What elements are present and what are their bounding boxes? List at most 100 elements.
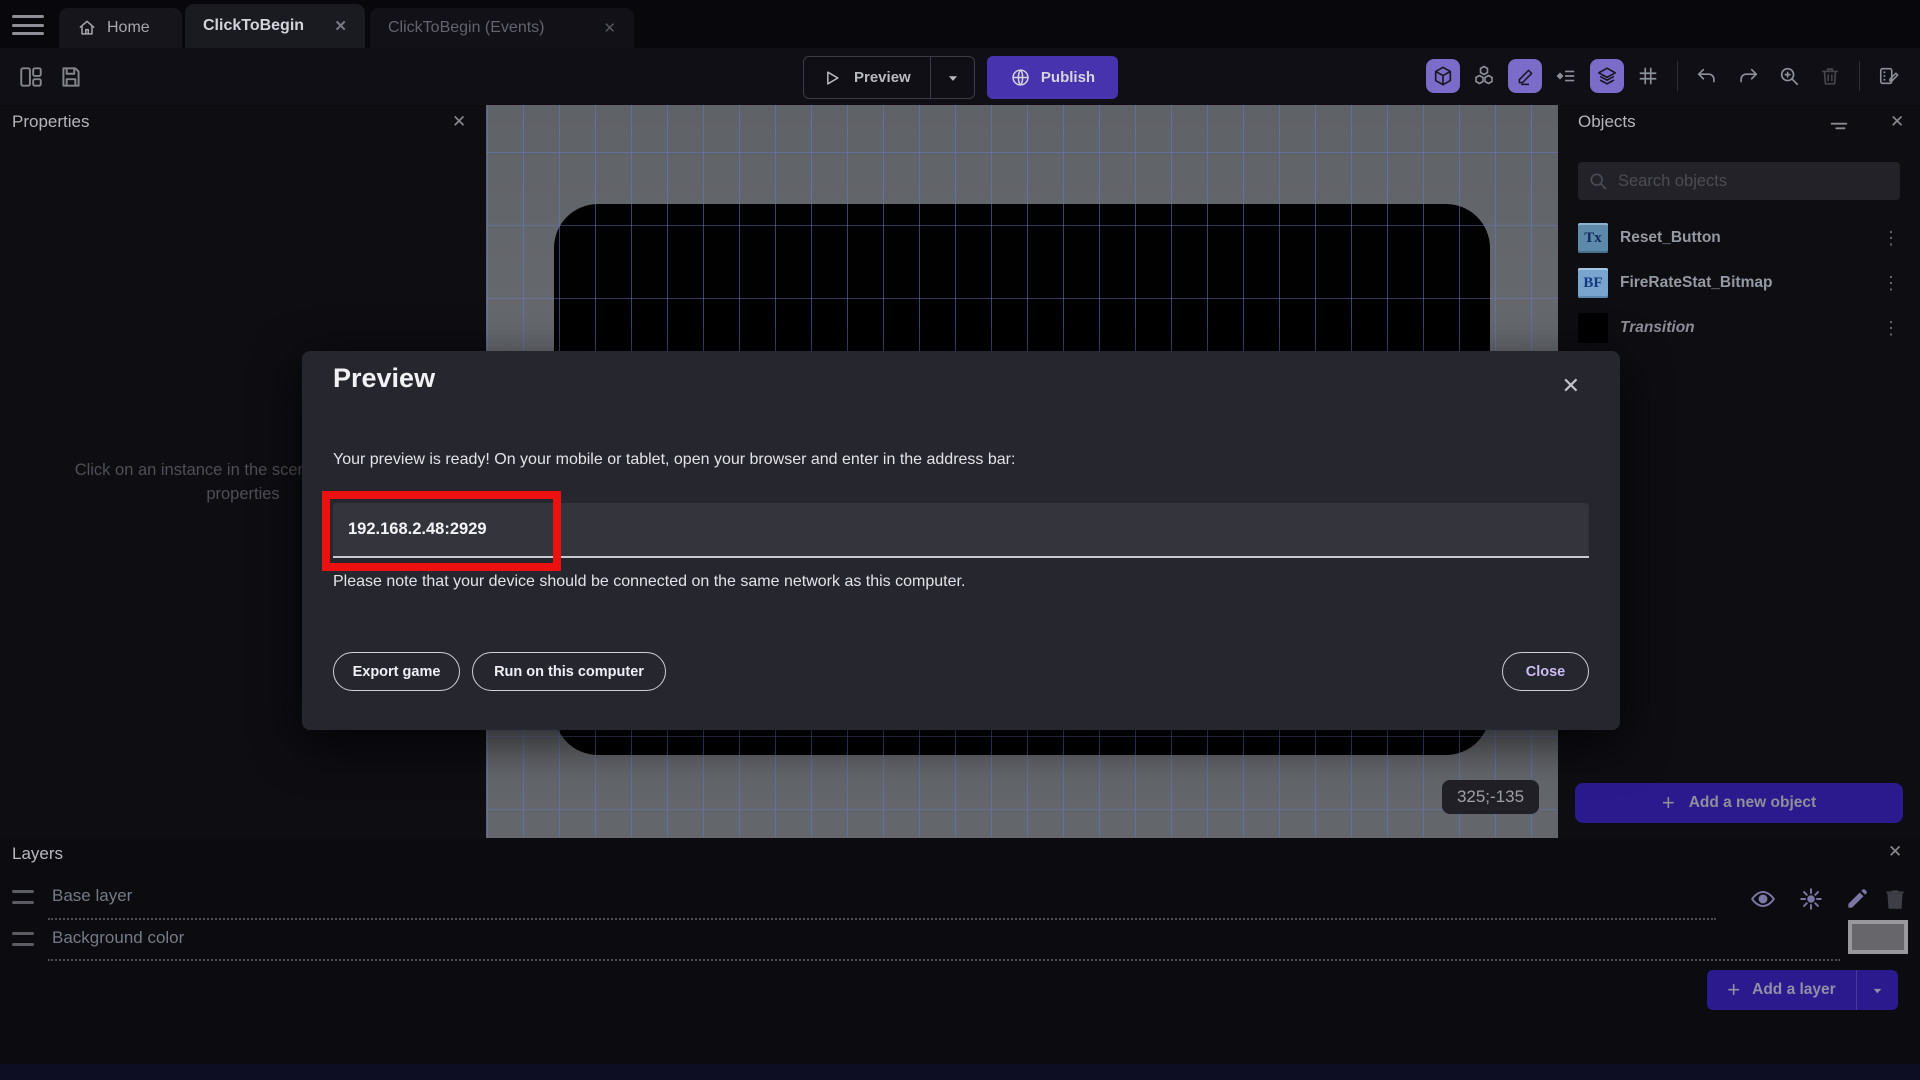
object-groups-button[interactable] (1467, 59, 1501, 93)
properties-panel-header: Properties ✕ (0, 105, 486, 139)
toggle-panels-icon[interactable] (18, 64, 44, 90)
delete-layer-icon[interactable] (1882, 886, 1908, 912)
layers-panel: Layers ✕ Base layer Background color + A… (0, 838, 1920, 1064)
chevron-down-icon (1873, 988, 1882, 993)
editor-toolbar-icons (1426, 59, 1906, 93)
text-object-thumbnail: Tx (1578, 223, 1608, 253)
object-item-transition[interactable]: Transition ⋮ (1558, 307, 1920, 349)
drag-handle-icon[interactable] (12, 932, 34, 946)
toolbar: Preview Publish (0, 48, 1920, 105)
object-menu-icon[interactable]: ⋮ (1882, 318, 1900, 339)
layers-panel-title: Layers (12, 844, 64, 863)
layer-row-base[interactable]: Base layer (0, 880, 1920, 918)
object-item-reset-button[interactable]: Tx Reset_Button ⋮ (1558, 217, 1920, 259)
plus-icon: + (1727, 977, 1741, 1002)
publish-button[interactable]: Publish (987, 56, 1118, 99)
add-layer-button[interactable]: + Add a layer (1707, 970, 1898, 1010)
color-swatch-fill (1852, 924, 1904, 950)
add-layer-label: Add a layer (1752, 981, 1836, 998)
tab-home[interactable]: Home (59, 8, 182, 48)
run-on-this-computer-button[interactable]: Run on this computer (472, 652, 666, 691)
layer-name: Background color (52, 928, 185, 947)
bottom-strip (0, 1064, 1920, 1080)
dialog-note: Please note that your device should be c… (333, 573, 966, 590)
publish-button-label: Publish (1040, 69, 1096, 86)
edit-scene-events-button[interactable] (1872, 59, 1906, 93)
gdevelop-app: Home ClickToBegin ✕ ClickToBegin (Events… (0, 0, 1920, 1080)
objects-panel-toggle[interactable] (1426, 59, 1460, 93)
pencil-icon (1518, 69, 1532, 85)
objects-panel-header: Objects ✕ (1558, 105, 1920, 139)
close-button[interactable]: Close (1502, 652, 1589, 691)
row-divider (48, 918, 1716, 920)
tab-events-label: ClickToBegin (Events) (388, 19, 545, 36)
close-icon[interactable]: ✕ (1890, 112, 1904, 132)
dialog-message: Your preview is ready! On your mobile or… (333, 451, 1016, 468)
objects-search-box (1578, 162, 1900, 200)
add-layer-options-button[interactable] (1856, 970, 1898, 1010)
object-name: Transition (1620, 319, 1695, 336)
undo-icon (1697, 68, 1715, 83)
redo-button[interactable] (1731, 59, 1765, 93)
add-new-object-button[interactable]: + Add a new object (1575, 783, 1903, 823)
instances-list-button[interactable] (1549, 59, 1583, 93)
close-icon[interactable]: ✕ (452, 112, 466, 132)
zoom-in-button[interactable] (1772, 59, 1806, 93)
main-menu-button[interactable] (12, 13, 44, 37)
preview-button-label: Preview (854, 69, 911, 86)
tab-bar: Home ClickToBegin ✕ ClickToBegin (Events… (0, 0, 1920, 48)
filter-icon[interactable] (1828, 115, 1850, 137)
save-icon[interactable] (58, 64, 84, 90)
preview-options-button[interactable] (930, 57, 974, 98)
chevron-down-icon (948, 75, 957, 81)
layers-icon (1597, 67, 1617, 85)
edit-sheet-icon (1879, 67, 1899, 85)
close-tab-icon[interactable]: ✕ (603, 19, 616, 37)
drag-handle-icon[interactable] (12, 890, 34, 904)
layer-row-background-color[interactable]: Background color (0, 922, 1920, 960)
object-name: Reset_Button (1620, 229, 1721, 246)
grid-button[interactable] (1631, 59, 1665, 93)
object-name: FireRateStat_Bitmap (1620, 274, 1773, 291)
layer-name: Base layer (52, 886, 133, 905)
redo-icon (1740, 68, 1758, 83)
preview-dialog: Preview ✕ Your preview is ready! On your… (302, 351, 1620, 730)
delete-button[interactable] (1813, 59, 1847, 93)
object-menu-icon[interactable]: ⋮ (1882, 273, 1900, 294)
tab-scene-label: ClickToBegin (203, 17, 305, 34)
export-game-button[interactable]: Export game (333, 652, 460, 691)
objects-panel-title: Objects (1578, 112, 1636, 131)
properties-panel-title: Properties (12, 112, 90, 131)
tab-scene[interactable]: ClickToBegin ✕ (185, 4, 365, 48)
search-objects-input[interactable] (1618, 171, 1890, 191)
object-group-icon (1475, 65, 1493, 85)
layer-effects-icon[interactable] (1798, 886, 1824, 912)
tab-home-label: Home (107, 19, 150, 36)
search-icon (1590, 173, 1607, 190)
layers-panel-toggle[interactable] (1590, 59, 1624, 93)
globe-icon (1012, 69, 1029, 86)
toolbar-divider (1859, 61, 1860, 91)
cube-icon (1434, 66, 1452, 86)
preview-address-field[interactable]: 192.168.2.48:2929 (333, 503, 1589, 558)
home-icon (79, 20, 95, 35)
edit-layer-icon[interactable] (1844, 886, 1870, 912)
toolbar-divider (1677, 61, 1678, 91)
object-menu-icon[interactable]: ⋮ (1882, 228, 1900, 249)
preview-button[interactable]: Preview (803, 56, 975, 99)
visibility-eye-icon[interactable] (1750, 886, 1776, 912)
bitmap-font-thumbnail: BF (1578, 268, 1608, 298)
undo-button[interactable] (1690, 59, 1724, 93)
dialog-title: Preview (333, 363, 436, 393)
object-item-fireratestat-bitmap[interactable]: BF FireRateStat_Bitmap ⋮ (1558, 262, 1920, 304)
tab-events[interactable]: ClickToBegin (Events) ✕ (370, 8, 634, 48)
properties-panel-toggle[interactable] (1508, 59, 1542, 93)
close-icon[interactable]: ✕ (1888, 842, 1902, 862)
background-color-swatch[interactable] (1848, 920, 1908, 954)
cursor-coordinates-badge: 325;-135 (1442, 780, 1539, 814)
plus-icon: + (1661, 790, 1675, 815)
preview-address-value: 192.168.2.48:2929 (348, 520, 487, 538)
close-tab-icon[interactable]: ✕ (334, 17, 347, 35)
close-dialog-icon[interactable]: ✕ (1562, 373, 1580, 399)
zoom-in-icon (1780, 67, 1799, 86)
